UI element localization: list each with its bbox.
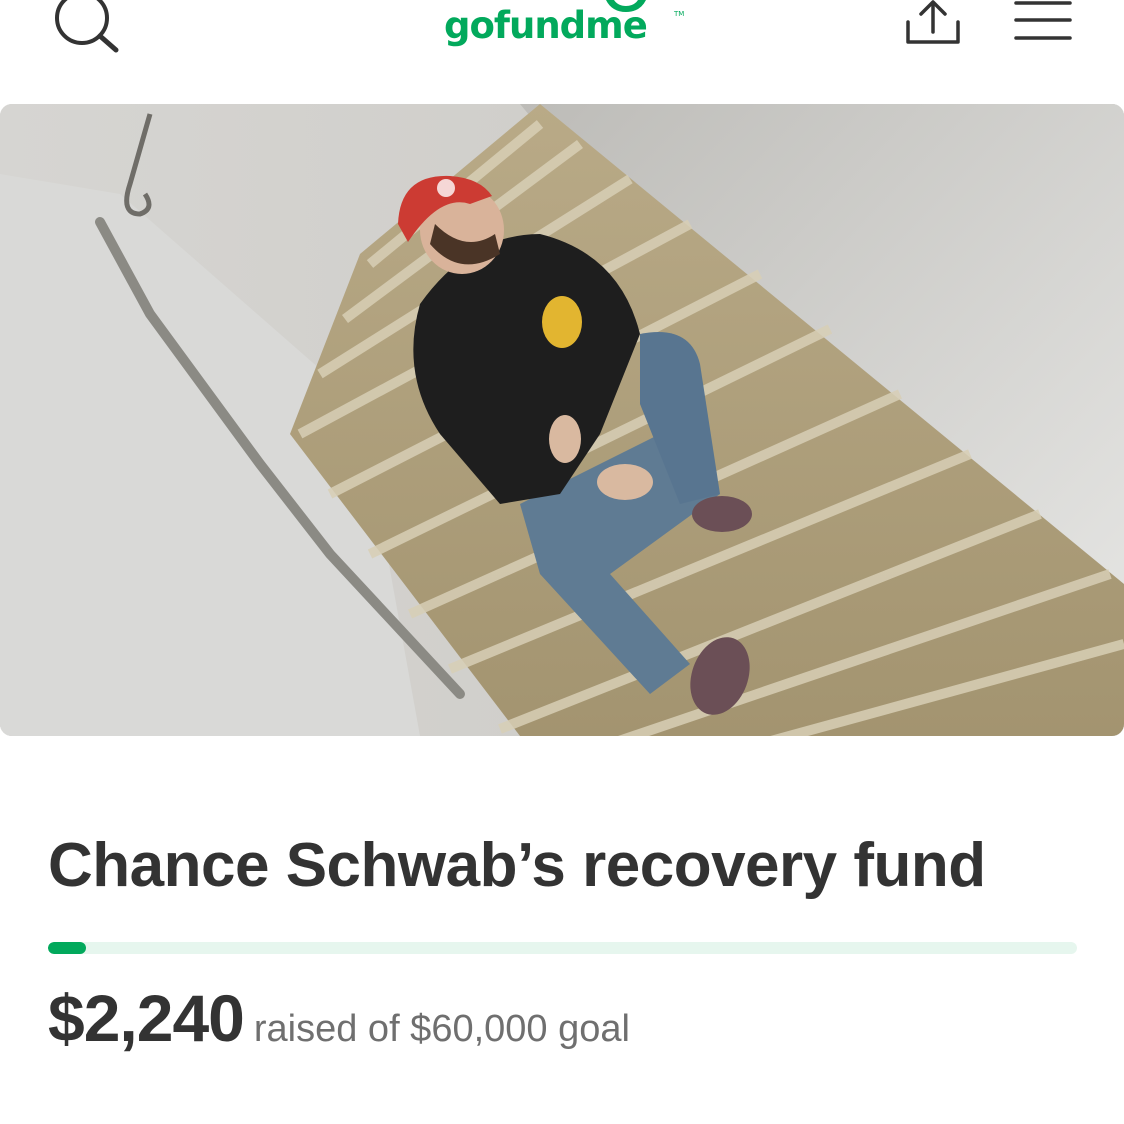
staircase-photo: [0, 104, 1124, 736]
search-button[interactable]: [52, 0, 122, 56]
raised-summary: $2,240 raised of $60,000 goal: [48, 978, 630, 1058]
search-icon: [55, 0, 119, 53]
campaign-page: TM gofundme Chance Schwab’s recovery fun…: [0, 0, 1124, 1124]
top-navigation-bar: TM gofundme: [0, 0, 1124, 100]
svg-text:TM: TM: [673, 10, 684, 18]
campaign-title: Chance Schwab’s recovery fund: [48, 831, 986, 900]
fundraising-progress-bar: [48, 942, 1077, 954]
share-button[interactable]: [900, 0, 966, 48]
campaign-hero-image: [0, 104, 1124, 736]
gofundme-logo[interactable]: TM gofundme: [440, 0, 684, 60]
hamburger-menu-icon: [1014, 1, 1072, 40]
share-icon: [906, 0, 960, 44]
fundraising-progress-fill: [48, 942, 87, 954]
logo-wordmark: gofundme: [444, 4, 648, 47]
goal-text: raised of $60,000 goal: [253, 1008, 630, 1050]
raised-amount: $2,240: [48, 981, 245, 1055]
menu-button[interactable]: [1012, 0, 1074, 44]
